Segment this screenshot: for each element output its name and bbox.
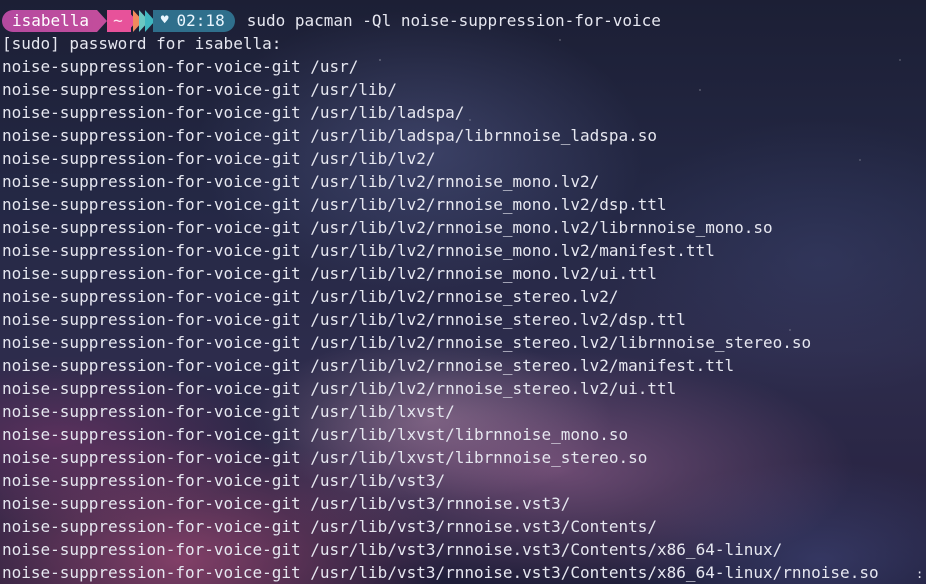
output-line: noise-suppression-for-voice-git /usr/lib… xyxy=(2,356,735,375)
output-line: noise-suppression-for-voice-git /usr/lib… xyxy=(2,333,812,352)
sudo-password-prompt: [sudo] password for isabella: xyxy=(2,34,282,53)
output-line: noise-suppression-for-voice-git /usr/lib… xyxy=(2,379,677,398)
command-text: sudo pacman -Ql noise-suppression-for-vo… xyxy=(246,11,661,30)
shell-prompt: isabella ~ ♥ 02:18 sudo pacman -Ql noise… xyxy=(0,9,926,32)
powerline-separator-icon xyxy=(97,9,108,32)
terminal-content: isabella ~ ♥ 02:18 sudo pacman -Ql noise… xyxy=(0,9,926,584)
output-line: noise-suppression-for-voice-git /usr/lib… xyxy=(2,448,648,467)
output-line: noise-suppression-for-voice-git /usr/lib… xyxy=(2,471,446,490)
output-line: noise-suppression-for-voice-git /usr/lib… xyxy=(2,264,658,283)
output-line: noise-suppression-for-voice-git /usr/lib… xyxy=(2,517,658,536)
terminal-window[interactable]: isabella ~ ♥ 02:18 sudo pacman -Ql noise… xyxy=(0,0,926,584)
prompt-time: 02:18 xyxy=(176,10,225,30)
output-line: noise-suppression-for-voice-git /usr/lib… xyxy=(2,195,667,214)
powerline-chevrons-icon xyxy=(126,9,155,32)
output-line: noise-suppression-for-voice-git /usr/lib… xyxy=(2,241,715,260)
output-line: noise-suppression-for-voice-git /usr/lib… xyxy=(2,287,619,306)
output-line: noise-suppression-for-voice-git /usr/lib… xyxy=(2,563,879,582)
output-line: noise-suppression-for-voice-git /usr/lib… xyxy=(2,402,455,421)
prompt-time-segment: ♥ 02:18 xyxy=(152,9,235,32)
output-line: noise-suppression-for-voice-git /usr/ xyxy=(2,57,359,76)
output-line: noise-suppression-for-voice-git /usr/lib… xyxy=(2,310,686,329)
heart-icon: ♥ xyxy=(160,12,169,28)
output-line: noise-suppression-for-voice-git /usr/lib… xyxy=(2,218,773,237)
command-output: noise-suppression-for-voice-git /usr/noi… xyxy=(0,55,926,584)
output-line: noise-suppression-for-voice-git /usr/lib… xyxy=(2,494,571,513)
output-line: noise-suppression-for-voice-git /usr/lib… xyxy=(2,149,436,168)
output-line: noise-suppression-for-voice-git /usr/lib… xyxy=(2,126,658,145)
prompt-user-segment: isabella xyxy=(2,9,98,32)
output-line: noise-suppression-for-voice-git /usr/lib… xyxy=(2,80,397,99)
output-line: noise-suppression-for-voice-git /usr/lib… xyxy=(2,172,600,191)
output-line: noise-suppression-for-voice-git /usr/lib… xyxy=(2,540,783,559)
output-line: noise-suppression-for-voice-git /usr/lib… xyxy=(2,425,629,444)
text-cursor-icon: : xyxy=(916,567,924,581)
output-line: noise-suppression-for-voice-git /usr/lib… xyxy=(2,103,465,122)
